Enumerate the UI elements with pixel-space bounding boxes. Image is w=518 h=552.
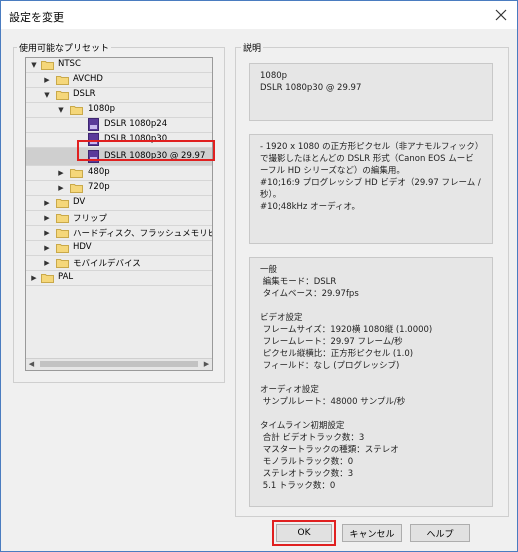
ok-button[interactable]: OK <box>276 524 332 542</box>
preset-file-icon <box>88 150 99 163</box>
folder-icon <box>70 106 83 115</box>
description-specs: 一般 編集モード：DSLR タイムベース：29.97fps ビデオ設定 フレーム… <box>249 257 493 507</box>
window-title: 設定を変更 <box>9 11 64 24</box>
tree-node-dv[interactable]: ▶ DV <box>26 196 212 211</box>
tree-node-1080p[interactable]: ▼ 1080p <box>26 103 212 118</box>
tree-node-label: DSLR 1080p30 <box>104 134 168 144</box>
folder-icon <box>56 259 69 268</box>
change-settings-dialog: 設定を変更 使用可能なプリセット ▼ NTSC ▶ AVCHD ▼ DSLR ▼… <box>0 0 518 552</box>
tree-node-hdv[interactable]: ▶ HDV <box>26 241 212 256</box>
collapsed-arrow-icon[interactable]: ▶ <box>42 258 52 268</box>
expanded-arrow-icon[interactable]: ▼ <box>29 60 39 70</box>
expanded-arrow-icon[interactable]: ▼ <box>42 90 52 100</box>
description-detail: - 1920 x 1080 の正方形ピクセル（非アナモルフィック）で撮影したほと… <box>249 134 493 244</box>
description-label: 説明 <box>241 41 264 54</box>
folder-icon <box>56 244 69 253</box>
tree-node-avchd[interactable]: ▶ AVCHD <box>26 73 212 88</box>
folder-icon <box>56 214 69 223</box>
tree-node-label: PAL <box>58 272 74 282</box>
tree-node-720p[interactable]: ▶ 720p <box>26 181 212 196</box>
tree-node-ntsc[interactable]: ▼ NTSC <box>26 58 212 73</box>
collapsed-arrow-icon[interactable]: ▶ <box>42 213 52 223</box>
tree-node-label: DV <box>73 197 86 207</box>
description-summary: 1080p DSLR 1080p30 @ 29.97 <box>249 63 493 121</box>
tree-node-label: AVCHD <box>73 74 103 84</box>
close-button[interactable] <box>491 5 511 25</box>
help-button[interactable]: ヘルプ <box>410 524 470 542</box>
tree-node-label: 1080p <box>88 104 116 114</box>
tree-node-dslr-1080p30-2997[interactable]: DSLR 1080p30 @ 29.97 <box>26 148 212 166</box>
tree-node-pal[interactable]: ▶ PAL <box>26 271 212 286</box>
tree-node-dslr[interactable]: ▼ DSLR <box>26 88 212 103</box>
collapsed-arrow-icon[interactable]: ▶ <box>56 168 66 178</box>
folder-icon <box>56 76 69 85</box>
tree-node-label: 480p <box>88 167 110 177</box>
tree-node-label: DSLR 1080p30 @ 29.97 <box>104 151 206 161</box>
collapsed-arrow-icon[interactable]: ▶ <box>42 243 52 253</box>
collapsed-arrow-icon[interactable]: ▶ <box>29 273 39 283</box>
collapsed-arrow-icon[interactable]: ▶ <box>42 228 52 238</box>
scroll-left-arrow-icon[interactable]: ◀ <box>26 359 37 370</box>
folder-icon <box>56 91 69 100</box>
close-icon <box>495 9 507 21</box>
tree-node-label: ハードディスク、フラッシュメモリビデオ... <box>73 229 212 239</box>
preset-file-icon <box>88 118 99 131</box>
folder-icon <box>41 61 54 70</box>
expanded-arrow-icon[interactable]: ▼ <box>56 105 66 115</box>
tree-node-dslr-1080p24[interactable]: DSLR 1080p24 <box>26 118 212 133</box>
tree-node-flip[interactable]: ▶ フリップ <box>26 211 212 226</box>
tree-node-label: DSLR <box>73 89 96 99</box>
folder-icon <box>70 169 83 178</box>
tree-node-label: フリップ <box>73 214 108 224</box>
tree-node-label: NTSC <box>58 59 81 69</box>
collapsed-arrow-icon[interactable]: ▶ <box>42 198 52 208</box>
collapsed-arrow-icon[interactable]: ▶ <box>42 75 52 85</box>
preset-file-icon <box>88 133 99 146</box>
tree-node-dslr-1080p30[interactable]: DSLR 1080p30 <box>26 133 212 148</box>
tree-node-mobile[interactable]: ▶ モバイルデバイス <box>26 256 212 271</box>
folder-icon <box>56 199 69 208</box>
tree-node-label: モバイルデバイス <box>73 259 141 269</box>
folder-icon <box>41 274 54 283</box>
cancel-button[interactable]: キャンセル <box>342 524 402 542</box>
tree-node-480p[interactable]: ▶ 480p <box>26 166 212 181</box>
folder-icon <box>56 229 69 238</box>
tree-node-harddisk-flash[interactable]: ▶ ハードディスク、フラッシュメモリビデオ... <box>26 226 212 241</box>
tree-node-label: DSLR 1080p24 <box>104 119 168 129</box>
scroll-right-arrow-icon[interactable]: ▶ <box>201 359 212 370</box>
collapsed-arrow-icon[interactable]: ▶ <box>56 183 66 193</box>
preset-tree: ▼ NTSC ▶ AVCHD ▼ DSLR ▼ 1080p DSLR 1080p… <box>25 57 213 371</box>
presets-label: 使用可能なプリセット <box>17 41 112 54</box>
folder-icon <box>70 184 83 193</box>
scroll-thumb[interactable] <box>40 361 198 367</box>
preset-tree-list: ▼ NTSC ▶ AVCHD ▼ DSLR ▼ 1080p DSLR 1080p… <box>26 58 212 358</box>
tree-horizontal-scrollbar[interactable]: ◀ ▶ <box>26 358 212 370</box>
tree-node-label: 720p <box>88 182 110 192</box>
tree-node-label: HDV <box>73 242 92 252</box>
title-bar: 設定を変更 <box>1 1 517 29</box>
